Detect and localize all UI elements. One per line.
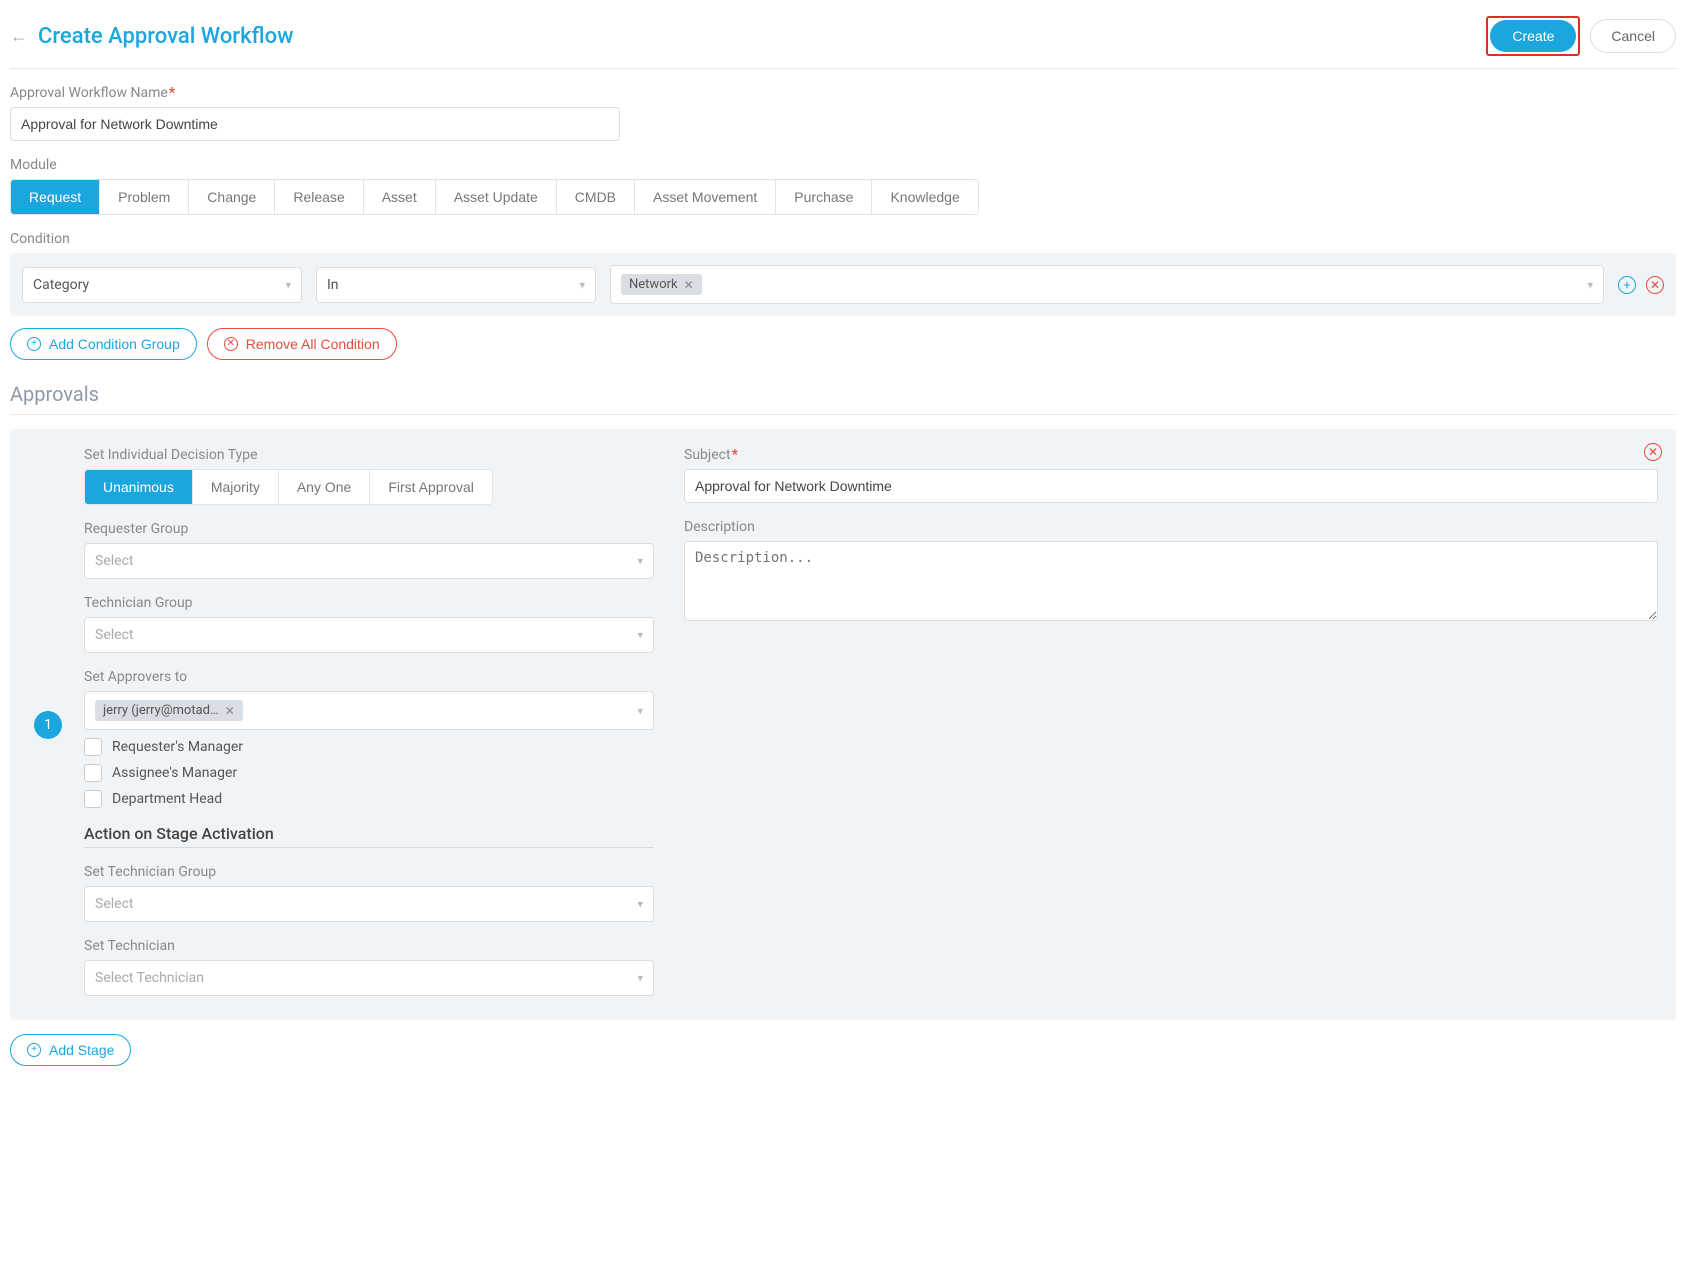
workflow-name-label: Approval Workflow Name* [10,85,1676,101]
chevron-down-icon: ▾ [637,704,643,717]
condition-value-select[interactable]: Network ✕ ▾ [610,265,1604,304]
description-textarea[interactable] [684,541,1658,621]
chip-remove-icon[interactable]: ✕ [225,704,235,718]
back-arrow-icon[interactable]: ← [10,26,28,47]
approvers-label: Set Approvers to [84,669,654,685]
checkbox-requesters-manager[interactable]: Requester's Manager [84,738,654,756]
decision-first-approval[interactable]: First Approval [370,470,492,504]
decision-type-tabs: Unanimous Majority Any One First Approva… [84,469,493,505]
tab-cmdb[interactable]: CMDB [557,180,635,214]
condition-row: Category ▾ In ▾ Network ✕ ▾ + ✕ [10,253,1676,316]
chevron-down-icon: ▾ [637,972,643,985]
checkbox-icon[interactable] [84,790,102,808]
checkbox-label: Assignee's Manager [112,765,237,781]
chevron-down-icon: ▾ [285,278,291,291]
chevron-down-icon: ▾ [637,898,643,911]
description-label: Description [684,519,1658,535]
set-tech-group-label: Set Technician Group [84,864,654,880]
tab-release[interactable]: Release [275,180,363,214]
cancel-button[interactable]: Cancel [1590,19,1676,53]
requester-group-select[interactable]: Select ▾ [84,543,654,579]
approval-stage: 1 ✕ Set Individual Decision Type Unanimo… [10,429,1676,1020]
technician-group-select[interactable]: Select ▾ [84,617,654,653]
plus-circle-icon: + [27,1043,41,1057]
approvers-select[interactable]: jerry (jerry@motad… ✕ ▾ [84,691,654,730]
plus-circle-icon: + [27,337,41,351]
add-stage-label: Add Stage [49,1042,114,1058]
create-button[interactable]: Create [1490,20,1576,52]
add-condition-group-button[interactable]: + Add Condition Group [10,328,197,360]
tab-change[interactable]: Change [189,180,275,214]
decision-majority[interactable]: Majority [193,470,279,504]
condition-value-chip: Network ✕ [621,274,702,295]
tab-purchase[interactable]: Purchase [776,180,872,214]
condition-field-select[interactable]: Category ▾ [22,267,302,303]
decision-any-one[interactable]: Any One [279,470,370,504]
checkbox-icon[interactable] [84,764,102,782]
technician-group-placeholder: Select [95,627,133,643]
remove-all-condition-label: Remove All Condition [246,336,380,352]
add-condition-icon[interactable]: + [1618,276,1636,294]
condition-label: Condition [10,231,1676,247]
approvals-heading: Approvals [10,382,1676,406]
action-on-stage-heading: Action on Stage Activation [84,824,654,843]
tab-request[interactable]: Request [11,180,100,214]
header-bar: ← Create Approval Workflow Create Cancel [10,10,1676,69]
add-condition-group-label: Add Condition Group [49,336,180,352]
condition-operator-select[interactable]: In ▾ [316,267,596,303]
subject-input[interactable] [684,469,1658,503]
chevron-down-icon: ▾ [579,278,585,291]
condition-field-value: Category [33,277,89,293]
set-tech-group-select[interactable]: Select ▾ [84,886,654,922]
module-tabs: Request Problem Change Release Asset Ass… [10,179,979,215]
divider [10,414,1676,415]
requester-group-placeholder: Select [95,553,133,569]
set-tech-label: Set Technician [84,938,654,954]
checkbox-label: Requester's Manager [112,739,243,755]
add-stage-button[interactable]: + Add Stage [10,1034,131,1066]
checkbox-label: Department Head [112,791,222,807]
set-tech-select[interactable]: Select Technician ▾ [84,960,654,996]
x-circle-icon: ✕ [224,337,238,351]
subject-label: Subject* [684,447,1658,463]
set-tech-placeholder: Select Technician [95,970,204,986]
create-highlight: Create [1486,16,1580,56]
remove-all-condition-button[interactable]: ✕ Remove All Condition [207,328,397,360]
divider [84,847,654,848]
approver-chip-label: jerry (jerry@motad… [103,703,219,718]
chevron-down-icon: ▾ [637,555,643,568]
checkbox-department-head[interactable]: Department Head [84,790,654,808]
stage-number-badge: 1 [34,711,62,739]
requester-group-label: Requester Group [84,521,654,537]
workflow-name-input[interactable] [10,107,620,141]
condition-operator-value: In [327,277,339,293]
chip-remove-icon[interactable]: ✕ [684,278,694,292]
chip-label: Network [629,277,678,292]
remove-stage-icon[interactable]: ✕ [1644,443,1662,461]
page-title: Create Approval Workflow [38,24,293,49]
tab-knowledge[interactable]: Knowledge [872,180,977,214]
decision-type-label: Set Individual Decision Type [84,447,654,463]
tab-asset-update[interactable]: Asset Update [436,180,557,214]
checkbox-icon[interactable] [84,738,102,756]
module-label: Module [10,157,1676,173]
approver-chip: jerry (jerry@motad… ✕ [95,700,243,721]
technician-group-label: Technician Group [84,595,654,611]
chevron-down-icon: ▾ [637,629,643,642]
tab-problem[interactable]: Problem [100,180,189,214]
chevron-down-icon: ▾ [1587,278,1593,291]
tab-asset[interactable]: Asset [364,180,436,214]
decision-unanimous[interactable]: Unanimous [85,470,193,504]
checkbox-assignees-manager[interactable]: Assignee's Manager [84,764,654,782]
set-tech-group-placeholder: Select [95,896,133,912]
tab-asset-movement[interactable]: Asset Movement [635,180,776,214]
remove-condition-icon[interactable]: ✕ [1646,276,1664,294]
